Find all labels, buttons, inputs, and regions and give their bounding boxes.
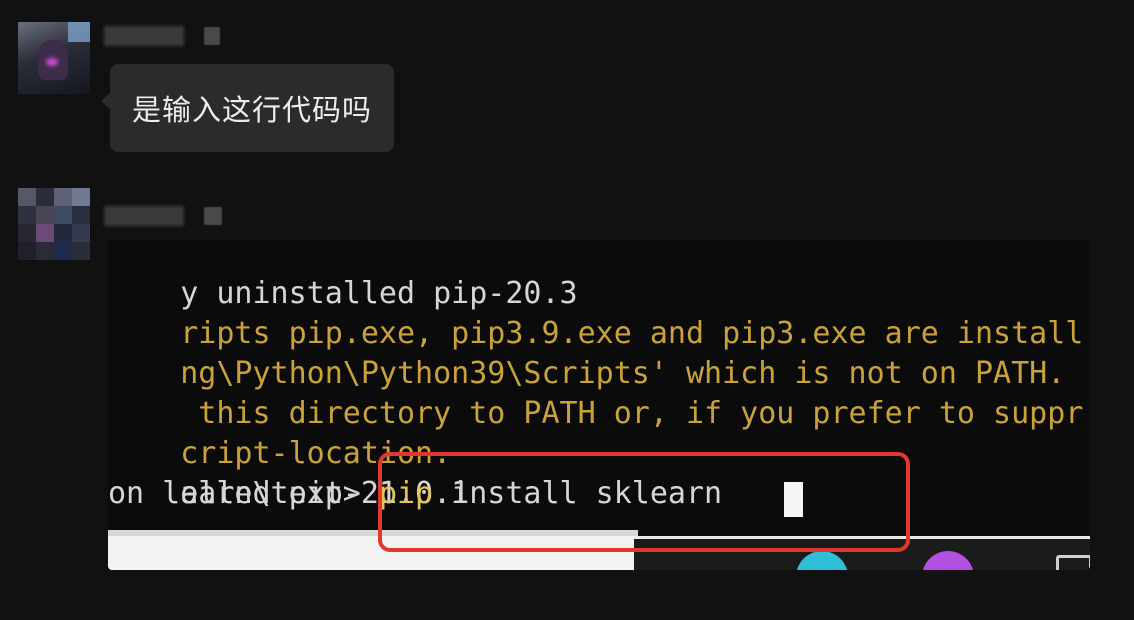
message-bubble[interactable]: 是输入这行代码吗	[100, 64, 395, 152]
sender-name-redacted	[104, 206, 184, 226]
taskbar-app-icon	[922, 551, 974, 570]
sender-badge-redacted	[204, 207, 222, 225]
sender-badge-redacted	[204, 27, 220, 45]
highlight-box-annotation	[378, 452, 910, 552]
taskbar-app-icon	[796, 551, 848, 570]
message-text: 是输入这行代码吗	[132, 93, 373, 127]
avatar[interactable]	[18, 22, 90, 94]
sender-name-redacted	[104, 26, 184, 46]
taskbar-app-icon	[1056, 555, 1090, 570]
avatar[interactable]	[18, 188, 90, 260]
